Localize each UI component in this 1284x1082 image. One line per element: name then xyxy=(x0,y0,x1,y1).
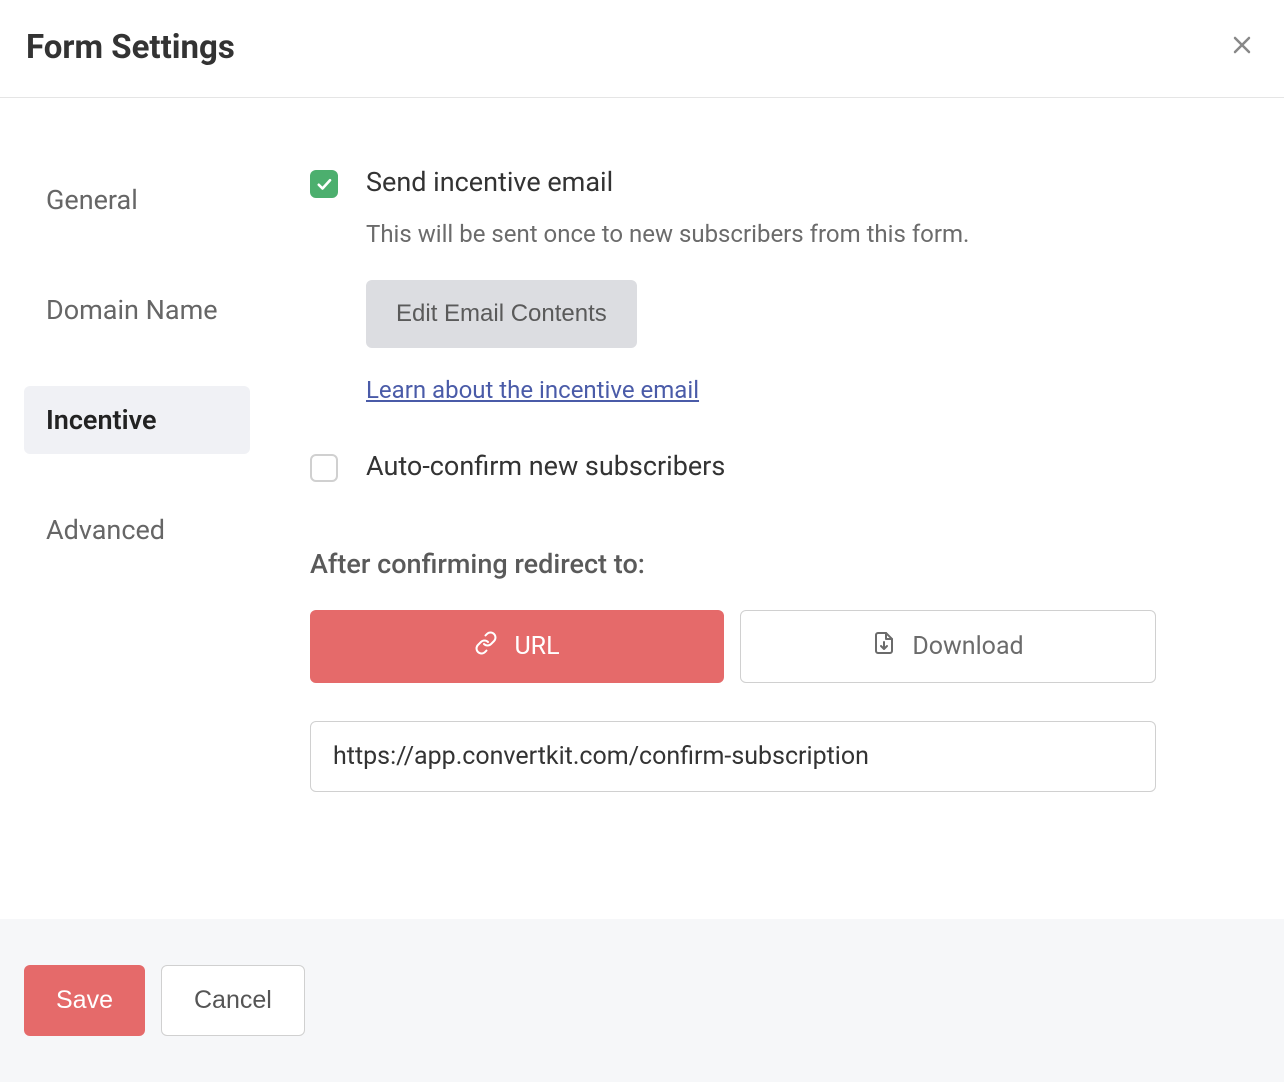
sidebar-item-label: Incentive xyxy=(46,404,157,436)
page-title: Form Settings xyxy=(26,28,235,67)
main-panel: Send incentive email This will be sent o… xyxy=(250,166,1284,919)
download-toggle-label: Download xyxy=(912,632,1023,661)
learn-incentive-link[interactable]: Learn about the incentive email xyxy=(366,376,699,404)
dialog-header: Form Settings xyxy=(0,0,1284,98)
dialog-footer: Save Cancel xyxy=(0,919,1284,1082)
redirect-section: After confirming redirect to: URL xyxy=(310,548,1156,792)
send-incentive-content: Send incentive email This will be sent o… xyxy=(366,166,1156,404)
redirect-heading: After confirming redirect to: xyxy=(310,548,1156,580)
sidebar: General Domain Name Incentive Advanced xyxy=(24,166,250,919)
autoconfirm-checkbox[interactable] xyxy=(310,454,338,482)
sidebar-item-label: General xyxy=(46,184,138,216)
download-toggle-button[interactable]: Download xyxy=(740,610,1156,683)
dialog-content: General Domain Name Incentive Advanced S… xyxy=(0,98,1284,919)
sidebar-item-label: Advanced xyxy=(46,514,165,546)
redirect-button-group: URL Download xyxy=(310,610,1156,683)
sidebar-item-general[interactable]: General xyxy=(24,166,250,234)
url-toggle-button[interactable]: URL xyxy=(310,610,724,683)
sidebar-item-advanced[interactable]: Advanced xyxy=(24,496,250,564)
url-toggle-label: URL xyxy=(514,632,559,661)
sidebar-item-incentive[interactable]: Incentive xyxy=(24,386,250,454)
send-incentive-description: This will be sent once to new subscriber… xyxy=(366,216,1156,252)
send-incentive-row: Send incentive email This will be sent o… xyxy=(310,166,1156,404)
download-icon xyxy=(872,631,896,662)
send-incentive-label: Send incentive email xyxy=(366,166,1156,198)
close-icon[interactable] xyxy=(1226,29,1258,66)
link-icon xyxy=(474,631,498,662)
send-incentive-checkbox[interactable] xyxy=(310,170,338,198)
redirect-url-input[interactable] xyxy=(310,721,1156,792)
cancel-button[interactable]: Cancel xyxy=(161,965,305,1036)
autoconfirm-row: Auto-confirm new subscribers xyxy=(310,450,1156,482)
sidebar-item-domain-name[interactable]: Domain Name xyxy=(24,276,250,344)
save-button[interactable]: Save xyxy=(24,965,145,1036)
edit-email-contents-button[interactable]: Edit Email Contents xyxy=(366,280,637,348)
sidebar-item-label: Domain Name xyxy=(46,294,218,326)
autoconfirm-label: Auto-confirm new subscribers xyxy=(366,450,725,482)
